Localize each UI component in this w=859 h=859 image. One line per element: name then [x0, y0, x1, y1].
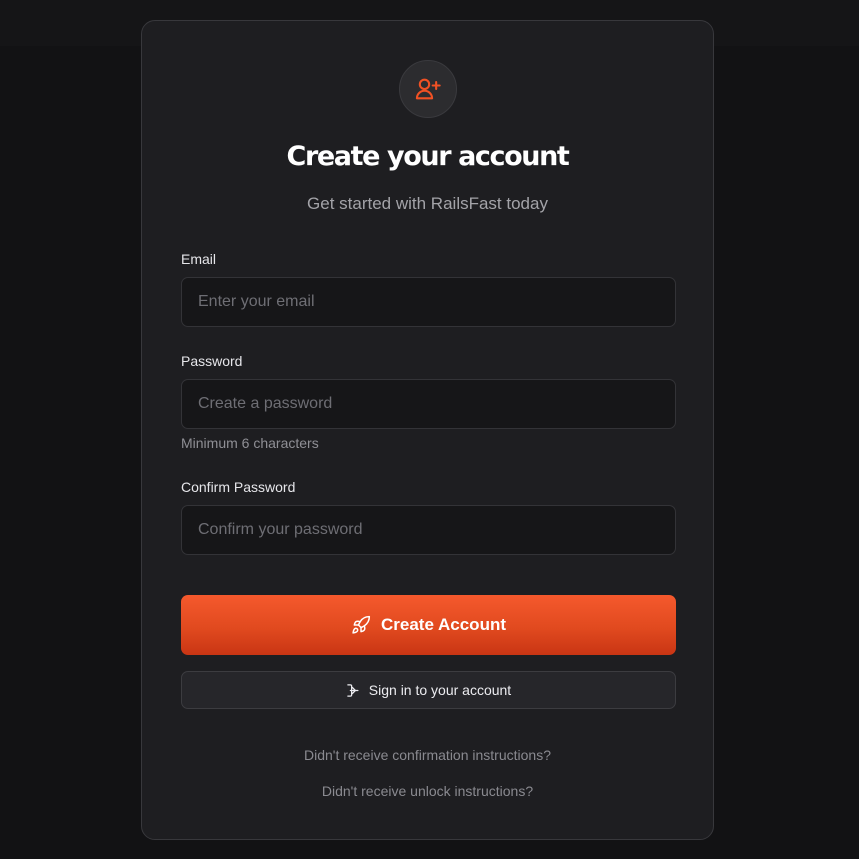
confirm-password-field[interactable]: [181, 505, 676, 555]
email-label: Email: [181, 251, 217, 267]
password-hint: Minimum 6 characters: [181, 435, 319, 451]
user-plus-icon: [414, 75, 442, 103]
confirmation-instructions-link[interactable]: Didn't receive confirmation instructions…: [142, 747, 713, 763]
unlock-instructions-link[interactable]: Didn't receive unlock instructions?: [142, 783, 713, 799]
sign-in-icon: [346, 683, 361, 698]
avatar-badge: [399, 60, 457, 118]
confirm-password-label: Confirm Password: [181, 479, 296, 495]
password-field[interactable]: [181, 379, 676, 429]
signup-card: Create your account Get started with Rai…: [141, 20, 714, 840]
sign-in-button[interactable]: Sign in to your account: [181, 671, 676, 709]
create-account-label: Create Account: [380, 615, 506, 634]
page-title: Create your account: [286, 141, 570, 172]
rocket-icon: [351, 615, 371, 635]
create-account-button[interactable]: Create Account: [181, 595, 676, 655]
page-subtitle: Get started with RailsFast today: [307, 194, 548, 213]
sign-in-label: Sign in to your account: [368, 682, 512, 698]
password-label: Password: [181, 353, 243, 369]
email-field[interactable]: [181, 277, 676, 327]
